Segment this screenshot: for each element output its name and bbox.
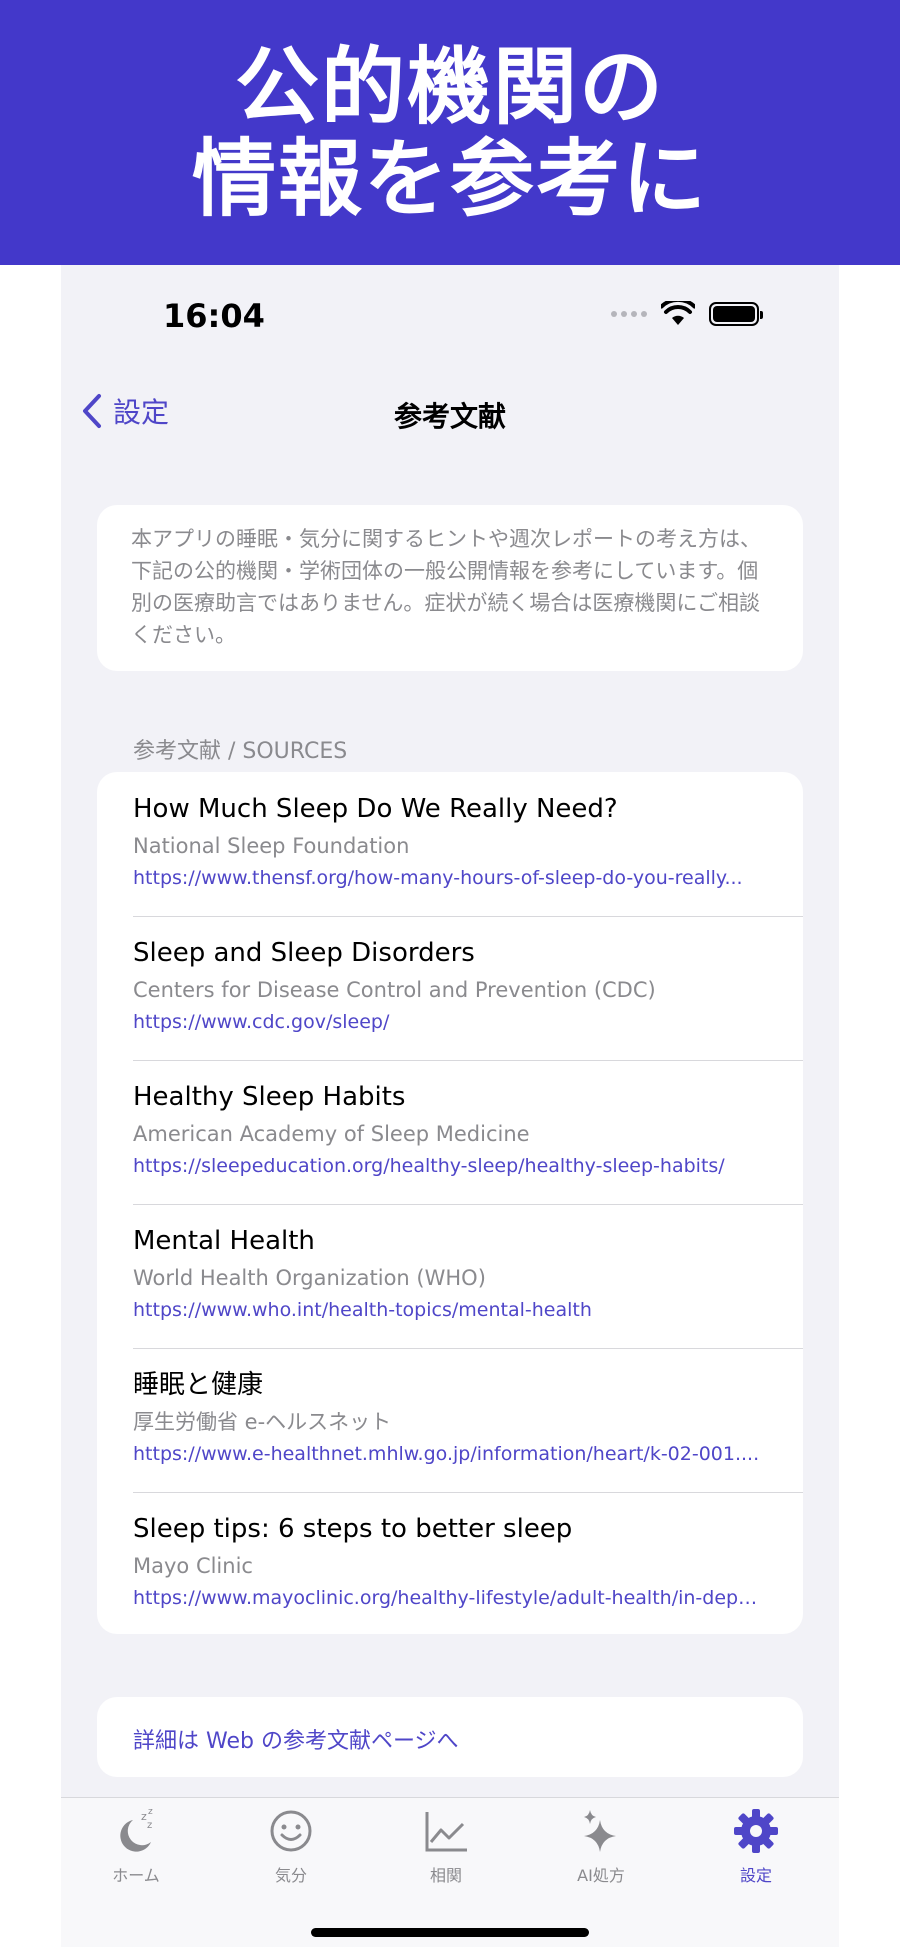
sources-list: How Much Sleep Do We Really Need? Nation…: [97, 772, 803, 1634]
source-item[interactable]: Healthy Sleep Habits American Academy of…: [97, 1060, 803, 1204]
intro-text: 本アプリの睡眠・気分に関するヒントや週次レポートの考え方は、下記の公的機関・学術…: [131, 527, 761, 647]
right-margin: [839, 265, 900, 1947]
tab-label: 設定: [739, 1866, 772, 1885]
intro-card: 本アプリの睡眠・気分に関するヒントや週次レポートの考え方は、下記の公的機関・学術…: [97, 505, 803, 671]
svg-text:z: z: [147, 1820, 152, 1831]
tab-label: 気分: [274, 1866, 307, 1885]
chart-line-icon: [425, 1812, 467, 1852]
tab-ai-prescription[interactable]: AI処方: [541, 1806, 661, 1886]
source-item[interactable]: Mental Health World Health Organization …: [97, 1204, 803, 1348]
source-organization: Mayo Clinic: [133, 1554, 253, 1578]
source-organization: Centers for Disease Control and Preventi…: [133, 978, 656, 1002]
page-title: 参考文献: [393, 400, 506, 433]
source-organization: American Academy of Sleep Medicine: [133, 1122, 530, 1146]
tab-settings[interactable]: 設定: [696, 1806, 816, 1886]
status-time: 16:04: [163, 297, 265, 335]
source-item[interactable]: How Much Sleep Do We Really Need? Nation…: [97, 772, 803, 916]
home-indicator[interactable]: [311, 1928, 589, 1937]
banner-line-2: 情報を参考に: [191, 129, 708, 228]
promo-banner: 公的機関の 情報を参考に: [0, 0, 900, 265]
tab-bar: z z z ホーム 気分 相関 AI処方 設定: [61, 1797, 839, 1947]
battery-icon: [709, 302, 763, 326]
source-url-link[interactable]: https://www.e-healthnet.mhlw.go.jp/infor…: [133, 1440, 763, 1468]
source-url-link[interactable]: https://sleepeducation.org/healthy-sleep…: [133, 1152, 763, 1180]
source-item[interactable]: 睡眠と健康 厚生労働省 e-ヘルスネット https://www.e-healt…: [97, 1348, 803, 1492]
sparkles-icon: [584, 1810, 616, 1852]
source-title: Sleep and Sleep Disorders: [133, 938, 475, 968]
source-title: How Much Sleep Do We Really Need?: [133, 794, 618, 824]
tab-label: 相関: [429, 1866, 462, 1885]
gear-icon: [734, 1809, 778, 1853]
banner-line-1: 公的機関の: [234, 37, 665, 136]
source-title: Healthy Sleep Habits: [133, 1082, 406, 1112]
source-organization: World Health Organization (WHO): [133, 1266, 486, 1290]
source-url-link[interactable]: https://www.cdc.gov/sleep/: [133, 1008, 763, 1036]
web-references-label: 詳細は Web の参考文献ページへ: [133, 1729, 459, 1754]
cellular-signal-icon: [611, 311, 647, 317]
source-item[interactable]: Sleep tips: 6 steps to better sleep Mayo…: [97, 1492, 803, 1634]
sources-header: 参考文献 / SOURCES: [133, 739, 348, 764]
source-organization: National Sleep Foundation: [133, 834, 410, 858]
web-references-link[interactable]: 詳細は Web の参考文献ページへ: [97, 1697, 803, 1777]
source-url-link[interactable]: https://www.mayoclinic.org/healthy-lifes…: [133, 1584, 763, 1612]
moon-zzz-icon: z z z: [120, 1807, 153, 1852]
left-margin: [0, 265, 61, 1947]
tab-correlation[interactable]: 相関: [386, 1806, 506, 1886]
smiley-icon: [270, 1810, 312, 1852]
tab-mood[interactable]: 気分: [231, 1806, 351, 1886]
phone-screen: 16:04 設定 参考文献 本アプリの睡眠・気分に関するヒントや週次レポートの考…: [61, 265, 839, 1947]
source-organization: 厚生労働省 e-ヘルスネット: [133, 1410, 392, 1434]
source-item[interactable]: Sleep and Sleep Disorders Centers for Di…: [97, 916, 803, 1060]
tab-label: ホーム: [112, 1866, 160, 1885]
source-url-link[interactable]: https://www.who.int/health-topics/mental…: [133, 1296, 763, 1324]
status-icons: [611, 301, 763, 327]
source-title: 睡眠と健康: [133, 1370, 264, 1400]
svg-text:z: z: [148, 1807, 153, 1817]
navigation-bar: 設定 参考文献: [61, 383, 839, 443]
source-url-link[interactable]: https://www.thensf.org/how-many-hours-of…: [133, 864, 763, 892]
tab-home[interactable]: z z z ホーム: [76, 1806, 196, 1886]
source-title: Mental Health: [133, 1226, 315, 1256]
source-title: Sleep tips: 6 steps to better sleep: [133, 1514, 573, 1544]
tab-label: AI処方: [577, 1866, 625, 1885]
wifi-icon: [661, 301, 695, 325]
